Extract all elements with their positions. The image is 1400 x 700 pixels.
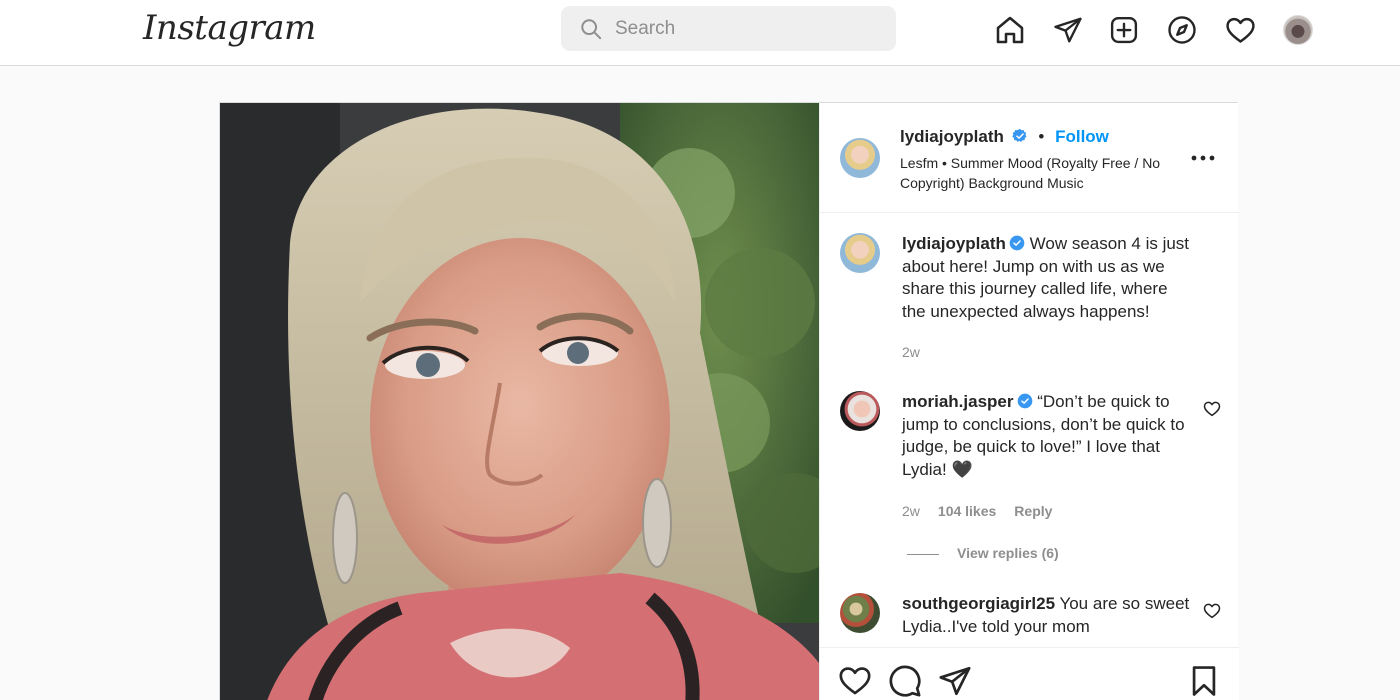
search-input[interactable] — [615, 15, 885, 42]
comment-avatar[interactable] — [840, 391, 880, 431]
audio-track-link[interactable]: Lesfm • Summer Mood (Royalty Free / No C… — [900, 153, 1170, 193]
author-avatar[interactable] — [840, 138, 880, 178]
verified-badge-icon — [1017, 393, 1032, 409]
profile-avatar — [1283, 15, 1313, 45]
search-box[interactable] — [561, 6, 896, 51]
comment-avatar[interactable] — [840, 593, 880, 633]
view-replies-button[interactable]: View replies (6) — [907, 545, 1059, 561]
reply-button[interactable]: Reply — [1014, 503, 1052, 519]
profile-button[interactable] — [1278, 10, 1318, 50]
comment-text-block: moriah.jasper “Don’t be quick to jump to… — [902, 391, 1192, 481]
comment-meta: 2w 104 likes Reply — [902, 503, 1052, 519]
comment-username[interactable]: southgeorgiagirl25 — [902, 594, 1055, 613]
view-replies-label: View replies (6) — [957, 545, 1059, 561]
direct-message-button[interactable] — [1048, 10, 1088, 50]
verified-badge-icon — [1012, 128, 1027, 142]
activity-button[interactable] — [1220, 10, 1260, 50]
post-card: lydiajoyplath • Follow Lesfm • Summer Mo… — [219, 102, 1239, 700]
comment-timestamp: 2w — [902, 503, 920, 519]
caption-timestamp: 2w — [902, 344, 920, 360]
share-icon[interactable] — [938, 664, 972, 698]
post-video[interactable] — [220, 103, 819, 700]
like-comment-icon[interactable] — [1203, 400, 1221, 418]
home-icon — [996, 16, 1024, 44]
video-frame-image — [220, 103, 819, 700]
author-username[interactable]: lydiajoyplath — [900, 127, 1004, 146]
post-sidebar: lydiajoyplath • Follow Lesfm • Summer Mo… — [819, 103, 1239, 700]
like-icon[interactable] — [838, 664, 872, 698]
new-post-button[interactable] — [1104, 10, 1144, 50]
new-post-icon — [1110, 16, 1138, 44]
separator-dot: • — [1038, 127, 1045, 146]
like-comment-icon[interactable] — [1203, 602, 1221, 620]
caption-avatar[interactable] — [840, 233, 880, 273]
more-options-icon — [1191, 155, 1215, 161]
comment-text-block: southgeorgiagirl25 You are so sweet Lydi… — [902, 593, 1192, 638]
explore-button[interactable] — [1162, 10, 1202, 50]
post-action-bar — [820, 647, 1239, 700]
author-line: lydiajoyplath • Follow — [900, 127, 1109, 147]
comment-likes[interactable]: 104 likes — [938, 503, 996, 519]
search-icon — [581, 19, 602, 40]
caption-text-block: lydiajoyplath Wow season 4 is just about… — [902, 233, 1192, 323]
explore-icon — [1168, 16, 1196, 44]
replies-divider-line — [907, 553, 939, 555]
follow-button[interactable]: Follow — [1055, 127, 1109, 146]
home-button[interactable] — [990, 10, 1030, 50]
caption-username[interactable]: lydiajoyplath — [902, 234, 1006, 253]
heart-icon — [1225, 17, 1255, 43]
post-header: lydiajoyplath • Follow Lesfm • Summer Mo… — [820, 103, 1239, 213]
instagram-logo[interactable]: Instagram — [143, 8, 316, 48]
more-options-button[interactable] — [1188, 143, 1218, 173]
direct-message-icon — [1054, 17, 1082, 43]
verified-badge-icon — [1009, 235, 1025, 251]
top-navigation-bar: Instagram — [0, 0, 1400, 66]
bookmark-icon[interactable] — [1187, 664, 1221, 698]
comment-username[interactable]: moriah.jasper — [902, 392, 1014, 411]
comment-icon[interactable] — [888, 664, 922, 698]
